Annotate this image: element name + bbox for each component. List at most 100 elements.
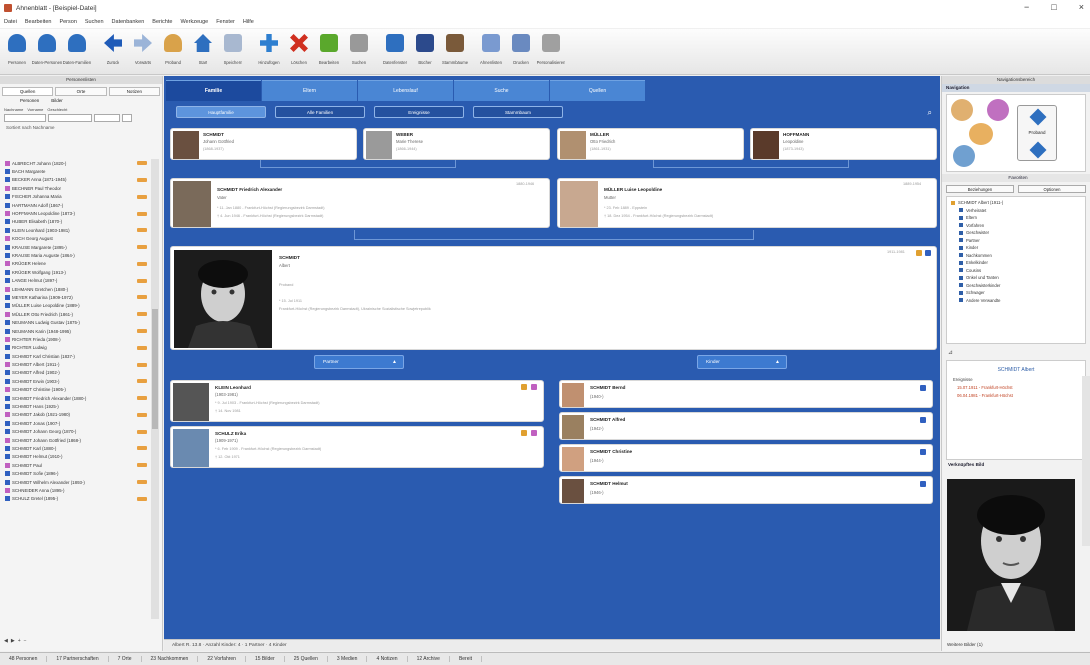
spouse-nav-icon[interactable] xyxy=(987,99,1009,121)
grandparent-card[interactable]: WEBER Marie Therese (1866-1944) xyxy=(363,128,550,160)
list-item[interactable]: RICHTER Frieda (1908-) xyxy=(3,335,148,343)
list-item[interactable]: SCHMIDT Alfred (1902-) xyxy=(3,369,148,377)
surname-filter-input[interactable] xyxy=(4,114,46,122)
list-item[interactable]: MEYER Katharina (1909-1972) xyxy=(3,293,148,301)
list-item[interactable]: HARTMANN Adolf (1867-) xyxy=(3,201,148,209)
parent-card[interactable]: MÜLLER Luise Leopoldine Mutter * 23. Feb 1… xyxy=(557,178,937,228)
toolbar-bucher-button[interactable]: Bücher xyxy=(410,29,440,75)
subtab-ereignisse[interactable]: Ereignisse xyxy=(374,106,464,118)
children-button[interactable]: Kinder ▲ xyxy=(697,355,787,369)
partner-button[interactable]: Partner ▲ xyxy=(314,355,404,369)
toolbar-personalisieren-button[interactable]: Personalisieren xyxy=(536,29,566,75)
parent-card[interactable]: SCHMIDT Friedrich Alexander Vater * 11. Ja… xyxy=(170,178,550,228)
menu-datenbanken[interactable]: Datenbanken xyxy=(112,19,145,25)
list-item[interactable]: SCHMIDT Johann Gottfried (1868-) xyxy=(3,436,148,444)
toolbar-personen-button[interactable]: Personen xyxy=(2,29,32,75)
tree-item[interactable]: Geschwisterkinder xyxy=(947,282,1085,290)
list-item[interactable]: LEHMANN Gretchen (1880-) xyxy=(3,285,148,293)
toolbar-start-button[interactable]: Start xyxy=(188,29,218,75)
list-item[interactable]: SCHMIDT Helmut (1910-) xyxy=(3,453,148,461)
tab-lebenslauf[interactable]: Lebenslauf xyxy=(358,80,453,101)
menu-person[interactable]: Person xyxy=(59,19,76,25)
list-item[interactable]: KRAUSE Margarete (1895-) xyxy=(3,243,148,251)
tree-item[interactable]: Geschwister xyxy=(947,229,1085,237)
list-nav-button[interactable]: ▶ xyxy=(11,638,15,644)
list-item[interactable]: SCHNEIDER Anna (1895-) xyxy=(3,486,148,494)
firstname-filter-input[interactable] xyxy=(48,114,92,122)
event-link[interactable]: 06.04.1981 - Frankfurt-Höchst xyxy=(947,390,1085,398)
close-button[interactable]: × xyxy=(1079,2,1084,12)
list-item[interactable]: MÜLLER Otto Friedrich (1861-) xyxy=(3,310,148,318)
gender-filter-select[interactable] xyxy=(94,114,120,122)
list-item[interactable]: SCHMIDT Friedrich Alexander (1880-) xyxy=(3,394,148,402)
toolbar-daten-personen-button[interactable]: Daten-Personen xyxy=(32,29,62,75)
children-nav-icon[interactable] xyxy=(953,145,975,167)
list-item[interactable]: KLEIN Leonhard (1903-1981) xyxy=(3,226,148,234)
list-nav-button[interactable]: + xyxy=(18,638,21,644)
list-item[interactable]: MÜLLER Luise Leopoldine (1889-) xyxy=(3,302,148,310)
list-item[interactable]: SCHMIDT Johann Georg (1870-) xyxy=(3,428,148,436)
tab-notizen[interactable]: Notizen xyxy=(108,87,160,96)
list-item[interactable]: SCHMIDT Paul xyxy=(3,461,148,469)
tree-item[interactable]: Partner xyxy=(947,237,1085,245)
list-item[interactable]: SCHMIDT Sofie (1896-) xyxy=(3,469,148,477)
tree-item[interactable]: Cousins xyxy=(947,267,1085,275)
menu-berichte[interactable]: Berichte xyxy=(152,19,172,25)
pin-icon[interactable]: ⊿ xyxy=(942,344,1090,360)
proband-nav-button[interactable]: Proband xyxy=(1017,105,1057,161)
scrollbar-thumb[interactable] xyxy=(152,309,158,429)
tab-quellen[interactable]: Quellen xyxy=(550,80,645,101)
tree-item[interactable]: Vorfahren xyxy=(947,222,1085,230)
grandparent-card[interactable]: SCHMIDT Johann Gottfried (1868-1937) xyxy=(170,128,357,160)
toolbar-daten-familien-button[interactable]: Daten-Familien xyxy=(62,29,92,75)
tree-item[interactable]: Enkelkinder xyxy=(947,259,1085,267)
child-card[interactable]: SCHMIDT Christine (1944-) xyxy=(559,444,933,472)
tree-item[interactable]: Schwager xyxy=(947,289,1085,297)
menu-hilfe[interactable]: Hilfe xyxy=(243,19,254,25)
menu-bearbeiten[interactable]: Bearbeiten xyxy=(25,19,52,25)
tab-beziehungen[interactable]: Beziehungen xyxy=(946,185,1014,193)
list-item[interactable]: FISCHER Johanna Maria xyxy=(3,193,148,201)
toolbar-loschen-button[interactable]: Löschen xyxy=(284,29,314,75)
tab-eltern[interactable]: Eltern xyxy=(262,80,357,101)
list-item[interactable]: BECHNER Paul Theodor xyxy=(3,184,148,192)
list-item[interactable]: KRÜGER Wolfgang (1913-) xyxy=(3,268,148,276)
list-item[interactable]: KOCH Georg August xyxy=(3,235,148,243)
list-item[interactable]: NEUMANN Karin (1948-1995) xyxy=(3,327,148,335)
tree-item[interactable]: SCHMIDT Albert (1911-) xyxy=(947,199,1085,207)
subtab-stammbaum[interactable]: Stammbaum xyxy=(473,106,563,118)
toolbar-stammbaume-button[interactable]: Stammbäume xyxy=(440,29,470,75)
child-card[interactable]: SCHMIDT Helmut (1946-) xyxy=(559,476,933,504)
list-item[interactable]: SCHMIDT Jonas (1907-) xyxy=(3,419,148,427)
list-item[interactable]: HUBER Elisabeth (1870-) xyxy=(3,218,148,226)
list-item[interactable]: BACH Margarete xyxy=(3,167,148,175)
list-item[interactable]: SCHMIDT Karl (1880-) xyxy=(3,444,148,452)
parents-nav-icon[interactable] xyxy=(951,99,973,121)
toolbar-hinzufugen-button[interactable]: Hinzufügen xyxy=(254,29,284,75)
minimize-button[interactable]: − xyxy=(1024,2,1029,12)
subtab-hauptfamilie[interactable]: Hauptfamilie xyxy=(176,106,266,118)
subtab-bilder[interactable]: Bilder xyxy=(51,98,63,103)
toolbar-suchen-button[interactable]: Suchen xyxy=(344,29,374,75)
toolbar-ahnenlisten-button[interactable]: Ahnenlisten xyxy=(476,29,506,75)
list-nav-button[interactable]: ◀ xyxy=(4,638,8,644)
list-item[interactable]: SCHMIDT Hans (1925-) xyxy=(3,402,148,410)
list-nav-button[interactable]: − xyxy=(24,638,27,644)
tab-suche[interactable]: Suche xyxy=(454,80,549,101)
toolbar-zuruck-button[interactable]: Zurück xyxy=(98,29,128,75)
person-list-scrollbar[interactable] xyxy=(151,159,159,619)
search-icon[interactable]: ⌕ xyxy=(928,108,932,118)
list-item[interactable]: ALBRECHT Johann (1820-) xyxy=(3,159,148,167)
right-panel-scrollbar[interactable] xyxy=(1082,376,1090,546)
list-item[interactable]: HOFFMANN Leopoldine (1873-) xyxy=(3,209,148,217)
list-item[interactable]: SCHMIDT Karl Christian (1837-) xyxy=(3,352,148,360)
tree-item[interactable]: Onkel und Tanten xyxy=(947,274,1085,282)
toolbar-proband-button[interactable]: Proband xyxy=(158,29,188,75)
menu-fenster[interactable]: Fenster xyxy=(216,19,235,25)
filter-button[interactable] xyxy=(122,114,132,122)
maximize-button[interactable]: □ xyxy=(1051,2,1056,12)
list-item[interactable]: KRAUSE Maria Auguste (1864-) xyxy=(3,251,148,259)
family-nav-icon[interactable] xyxy=(969,123,993,145)
menu-suchen[interactable]: Suchen xyxy=(85,19,104,25)
list-item[interactable]: BECKER Anna (1871-1945) xyxy=(3,176,148,184)
